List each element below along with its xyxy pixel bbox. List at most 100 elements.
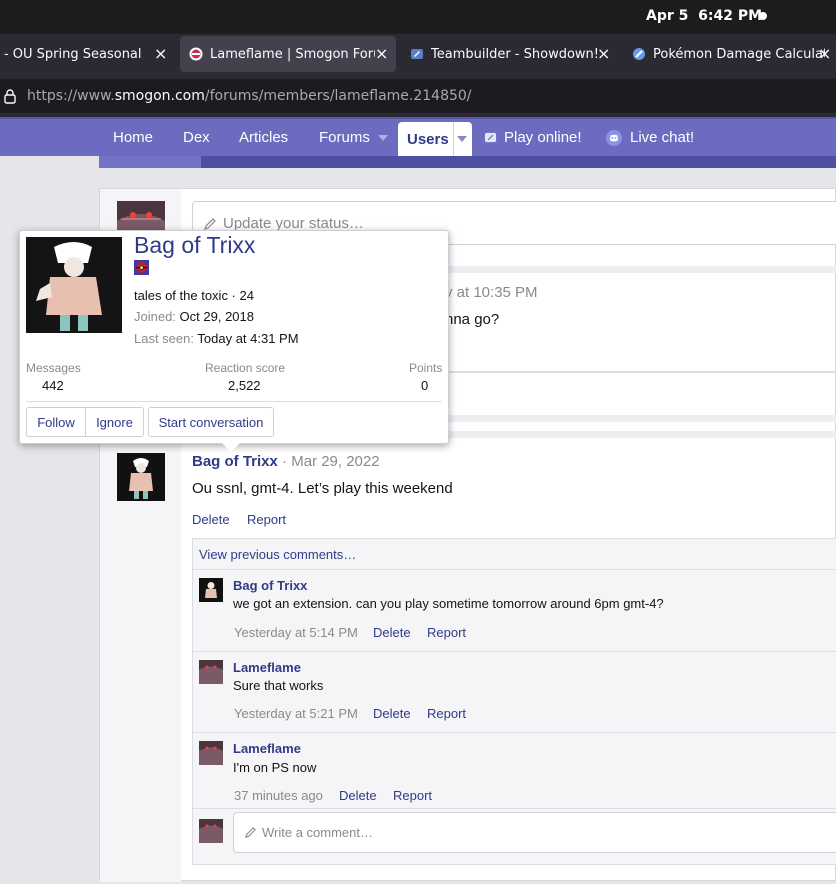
close-icon[interactable]: × (154, 44, 167, 63)
os-time: 6:42 PM (698, 8, 763, 24)
avatar[interactable] (199, 819, 223, 843)
comment-time[interactable]: Yesterday at 5:14 PM (234, 625, 358, 640)
avatar[interactable] (117, 453, 165, 501)
comment-time[interactable]: 37 minutes ago (234, 788, 323, 803)
joined-value: Oct 29, 2018 (179, 309, 254, 324)
tab-teambuilder[interactable]: Teambuilder - Showdown! × (404, 36, 618, 72)
nav-dex[interactable]: Dex (183, 119, 210, 156)
tooltip-tagline: tales of the toxic · 24 (134, 288, 254, 303)
tab-label: J - OU Spring Seasonal - F (0, 46, 146, 62)
pencil-icon (204, 218, 216, 230)
comment-author-link[interactable]: Lameflame (233, 741, 301, 756)
nav-play-label: Play online! (504, 129, 582, 146)
view-previous-comments-link[interactable]: View previous comments… (199, 547, 356, 562)
url-domain: smogon.com (114, 88, 205, 104)
avatar[interactable] (199, 660, 223, 684)
post-date: · Mar 29, 2022 (282, 453, 380, 470)
chevron-down-icon[interactable] (377, 134, 388, 141)
comment-body: I'm on PS now (233, 760, 317, 775)
tooltip-username-link[interactable]: Bag of Trixx (134, 232, 255, 259)
avatar-bag-of-trixx-image (117, 453, 165, 501)
calc-favicon-icon (633, 48, 645, 60)
showdown-favicon-icon (411, 49, 423, 59)
delete-link[interactable]: Delete (373, 625, 411, 640)
delete-link[interactable]: Delete (192, 512, 230, 527)
pokeball-badge-icon (134, 260, 149, 275)
discord-icon (606, 129, 622, 146)
avatar-lameflame-image (199, 819, 223, 843)
avatar-lameflame-image (199, 660, 223, 684)
follow-button[interactable]: Follow (26, 407, 86, 437)
os-date: Apr 5 (646, 8, 689, 24)
nav-users-label: Users (407, 130, 449, 148)
ignore-button[interactable]: Ignore (85, 407, 144, 437)
report-link[interactable]: Report (427, 706, 466, 721)
comment-author-link[interactable]: Lameflame (233, 660, 301, 675)
pencil-icon (244, 827, 256, 839)
comment-placeholder: Write a comment… (262, 825, 374, 840)
tooltip-avatar[interactable] (26, 237, 122, 333)
address-bar[interactable]: https://www.smogon.com/forums/members/la… (0, 79, 836, 113)
notification-dot-icon[interactable] (759, 12, 767, 20)
close-icon[interactable]: × (818, 44, 831, 63)
divider (26, 401, 442, 402)
browser-tab-strip: J - OU Spring Seasonal - F × Lameflame |… (0, 34, 836, 75)
comment-area: View previous comments… Bag of Trixx we … (192, 538, 836, 865)
lock-icon[interactable] (4, 89, 16, 104)
close-icon[interactable]: × (375, 44, 388, 63)
last-seen-label: Last seen: (134, 331, 194, 346)
nav-play-online[interactable]: Play online! (484, 119, 582, 156)
stat-messages-label: Messages (26, 361, 81, 375)
avatar[interactable] (199, 578, 223, 602)
avatar-bag-of-trixx-image (199, 578, 223, 602)
site-nav: Home Dex Articles Forums Users Play onli… (0, 117, 836, 156)
report-link[interactable]: Report (427, 625, 466, 640)
post-body: Ou ssnl, gmt-4. Let’s play this weekend (192, 480, 453, 497)
report-link[interactable]: Report (393, 788, 432, 803)
stat-points-value[interactable]: 0 (421, 378, 428, 393)
avatar-lameflame-image (199, 741, 223, 765)
comment-time[interactable]: Yesterday at 5:21 PM (234, 706, 358, 721)
comment-author-link[interactable]: Bag of Trixx (233, 578, 307, 593)
nav-forums-label: Forums (319, 129, 370, 146)
tab-damage-calc[interactable]: Pokémon Damage Calculator × (626, 36, 836, 72)
nav-divider (453, 122, 454, 156)
member-tooltip: Bag of Trixx tales of the toxic · 24 Joi… (19, 230, 449, 444)
url-path: /forums/members/lameflame.214850/ (204, 88, 472, 104)
comment-body: we got an extension. can you play someti… (233, 596, 664, 611)
nav-articles[interactable]: Articles (239, 119, 288, 156)
stat-reaction-label: Reaction score (205, 361, 286, 375)
close-icon[interactable]: × (597, 44, 610, 63)
delete-link[interactable]: Delete (373, 706, 411, 721)
nav-users[interactable]: Users (398, 122, 472, 156)
stat-reaction-value[interactable]: 2,522 (228, 378, 261, 393)
report-link[interactable]: Report (247, 512, 286, 527)
stat-points-label: Points (409, 361, 443, 375)
showdown-icon (484, 132, 497, 143)
post-time-partial: y at 10:35 PM (445, 284, 538, 301)
tab-ou-seasonal[interactable]: J - OU Spring Seasonal - F × (0, 36, 172, 72)
avatar[interactable] (199, 741, 223, 765)
comment-body: Sure that works (233, 678, 324, 693)
comment: Lameflame Sure that works Yesterday at 5… (193, 651, 836, 733)
tab-label: Pokémon Damage Calculator (653, 46, 825, 62)
tooltip-joined: Joined: Oct 29, 2018 (134, 309, 254, 324)
nav-forums[interactable]: Forums (319, 119, 388, 156)
delete-link[interactable]: Delete (339, 788, 377, 803)
comment-input[interactable]: Write a comment… (233, 812, 836, 853)
nav-live-chat[interactable]: Live chat! (606, 119, 694, 156)
url-prefix: https://www. (27, 88, 115, 104)
stat-messages-value[interactable]: 442 (42, 378, 64, 393)
badge-icon (134, 260, 149, 278)
tab-label: Lameflame | Smogon Forum (210, 46, 375, 62)
post-body-partial: nna go? (445, 311, 500, 328)
url-text: https://www.smogon.com/forums/members/la… (27, 88, 472, 104)
chevron-down-icon[interactable] (457, 136, 467, 142)
tab-label: Teambuilder - Showdown! (431, 46, 599, 62)
nav-home[interactable]: Home (113, 119, 153, 156)
start-conversation-button[interactable]: Start conversation (148, 407, 274, 437)
os-top-bar: Apr 5 6:42 PM (0, 0, 836, 34)
os-clock[interactable]: Apr 5 6:42 PM (646, 8, 762, 24)
post-author-link[interactable]: Bag of Trixx (192, 453, 278, 470)
tab-lameflame[interactable]: Lameflame | Smogon Forum × (180, 36, 396, 72)
